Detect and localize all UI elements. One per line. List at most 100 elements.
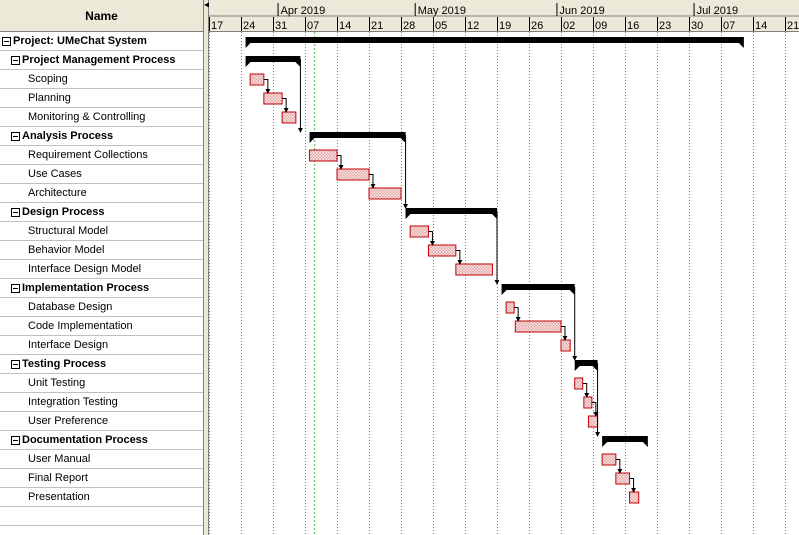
task-dependency-arrow bbox=[615, 459, 623, 474]
week-day-label: 23 bbox=[659, 20, 671, 32]
summary-task-row[interactable]: Analysis Process bbox=[0, 127, 203, 146]
summary-task-row[interactable]: Design Process bbox=[0, 203, 203, 222]
task-dependency-arrow bbox=[561, 326, 568, 341]
collapse-toggle-icon[interactable] bbox=[11, 131, 20, 141]
summary-bar-start-cap bbox=[245, 43, 251, 48]
task-row[interactable]: Structural Model bbox=[0, 222, 203, 241]
month-label: Apr 2019 bbox=[281, 5, 326, 17]
week-day-label: 21 bbox=[371, 20, 383, 32]
summary-bar bbox=[574, 360, 598, 366]
collapse-toggle-icon[interactable] bbox=[11, 283, 20, 293]
task-name-label: Monitoring & Controlling bbox=[28, 111, 146, 123]
task-bar bbox=[368, 187, 402, 200]
task-name-label: Testing Process bbox=[22, 358, 107, 370]
task-row[interactable]: Database Design bbox=[0, 298, 203, 317]
task-row[interactable]: Architecture bbox=[0, 184, 203, 203]
summary-bar bbox=[405, 208, 497, 214]
summary-bar-start-cap bbox=[309, 138, 315, 143]
task-row[interactable]: User Preference bbox=[0, 412, 203, 431]
task-bar bbox=[560, 339, 571, 352]
task-dependency-arrow bbox=[428, 231, 435, 246]
task-name-label: User Preference bbox=[28, 415, 109, 427]
gantt-chart: Apr 2019 May 2019 Jun 2019 Jul 2019 17 24 31 07… bbox=[209, 0, 799, 535]
task-row[interactable]: Integration Testing bbox=[0, 393, 203, 412]
summary-bar-start-cap bbox=[574, 366, 580, 371]
task-dependency-arrow bbox=[455, 250, 463, 265]
task-row[interactable]: Requirement Collections bbox=[0, 146, 203, 165]
task-row[interactable]: User Manual bbox=[0, 450, 203, 469]
task-row[interactable]: Final Report bbox=[0, 469, 203, 488]
task-dependency-arrow bbox=[582, 383, 590, 398]
task-row[interactable]: Code Implementation bbox=[0, 317, 203, 336]
week-day-label: 02 bbox=[563, 20, 575, 32]
task-name-label: Integration Testing bbox=[28, 396, 118, 408]
summary-bar bbox=[245, 37, 744, 43]
task-bar bbox=[583, 396, 593, 409]
task-dependency-arrow bbox=[263, 79, 271, 94]
task-bar bbox=[263, 92, 283, 105]
task-name-label: Use Cases bbox=[28, 168, 82, 180]
task-dependency-arrow bbox=[629, 478, 637, 493]
task-bar bbox=[505, 301, 515, 314]
task-name-label: Code Implementation bbox=[28, 320, 133, 332]
week-day-label: 16 bbox=[627, 20, 639, 32]
week-day-label: 28 bbox=[403, 20, 415, 32]
summary-task-row[interactable]: Project Management Process bbox=[0, 51, 203, 70]
task-row[interactable]: Monitoring & Controlling bbox=[0, 108, 203, 127]
task-row[interactable]: Behavior Model bbox=[0, 241, 203, 260]
task-row[interactable]: Use Cases bbox=[0, 165, 203, 184]
task-dependency-arrow bbox=[337, 155, 344, 170]
collapse-toggle-icon[interactable] bbox=[11, 359, 20, 369]
summary-task-row[interactable]: Documentation Process bbox=[0, 431, 203, 450]
task-name-label: Design Process bbox=[22, 206, 105, 218]
week-day-label: 30 bbox=[691, 20, 703, 32]
name-column-header-label: Name bbox=[85, 8, 118, 23]
week-day-label: 31 bbox=[275, 20, 287, 32]
task-bar bbox=[281, 111, 297, 124]
week-day-label: 17 bbox=[211, 20, 223, 32]
summary-bar bbox=[245, 56, 301, 62]
task-row[interactable]: Interface Design bbox=[0, 336, 203, 355]
task-dependency-arrow bbox=[282, 98, 289, 113]
task-name-label: Implementation Process bbox=[22, 282, 150, 294]
task-row[interactable]: Interface Design Model bbox=[0, 260, 203, 279]
task-name-pane: Name Project: UMeChat System Project Mana… bbox=[0, 0, 204, 535]
summary-task-row[interactable]: Implementation Process bbox=[0, 279, 203, 298]
task-bar bbox=[455, 263, 493, 276]
task-row[interactable]: Planning bbox=[0, 89, 203, 108]
week-day-label: 14 bbox=[755, 20, 767, 32]
week-day-label: 26 bbox=[531, 20, 543, 32]
collapse-toggle-icon[interactable] bbox=[2, 36, 11, 46]
empty-row bbox=[0, 507, 203, 526]
task-row[interactable]: Unit Testing bbox=[0, 374, 203, 393]
summary-task-row[interactable]: Testing Process bbox=[0, 355, 203, 374]
task-name-label: User Manual bbox=[28, 453, 91, 465]
task-name-label: Database Design bbox=[28, 301, 113, 313]
collapse-toggle-icon[interactable] bbox=[11, 207, 20, 217]
task-bar bbox=[629, 491, 640, 504]
task-bar bbox=[249, 73, 265, 86]
summary-bar bbox=[501, 284, 575, 290]
task-name-label: Unit Testing bbox=[28, 377, 86, 389]
task-bar bbox=[615, 472, 631, 485]
task-bar bbox=[309, 149, 338, 162]
month-label: May 2019 bbox=[418, 5, 466, 17]
task-row[interactable]: Presentation bbox=[0, 488, 203, 507]
task-bar bbox=[601, 453, 617, 466]
task-name-label: Behavior Model bbox=[28, 244, 105, 256]
task-row[interactable]: Scoping bbox=[0, 70, 203, 89]
task-name-label: Project: UMeChat System bbox=[13, 35, 147, 47]
week-day-label: 12 bbox=[467, 20, 479, 32]
task-name-label: Architecture bbox=[28, 187, 87, 199]
collapse-toggle-icon[interactable] bbox=[11, 55, 20, 65]
name-column-header[interactable]: Name bbox=[0, 0, 203, 32]
summary-bar-end-cap bbox=[738, 43, 744, 48]
task-name-label: Structural Model bbox=[28, 225, 109, 237]
task-name-label: Planning bbox=[28, 92, 71, 104]
summary-bar-start-cap bbox=[405, 214, 411, 219]
month-label: Jun 2019 bbox=[559, 5, 604, 17]
summary-task-row[interactable]: Project: UMeChat System bbox=[0, 32, 203, 51]
task-bar bbox=[514, 320, 562, 333]
collapse-toggle-icon[interactable] bbox=[11, 435, 20, 445]
task-name-label: Analysis Process bbox=[22, 130, 114, 142]
